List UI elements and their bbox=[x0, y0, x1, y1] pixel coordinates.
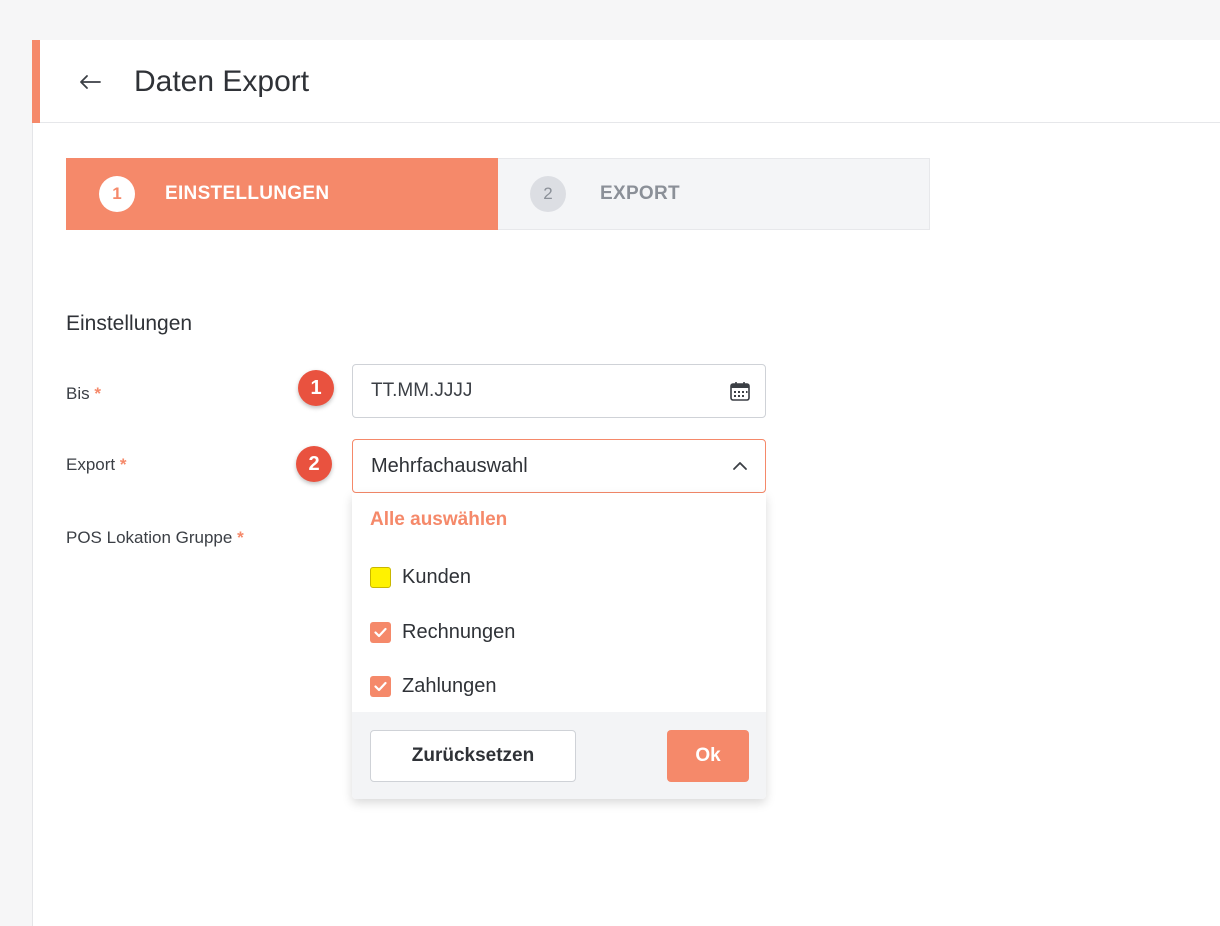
bis-date-input[interactable]: TT.MM.JJJJ bbox=[352, 364, 766, 418]
checkbox-checked[interactable] bbox=[370, 675, 391, 697]
arrow-left-icon bbox=[80, 75, 101, 89]
back-button[interactable] bbox=[75, 62, 105, 102]
select-all-link[interactable]: Alle auswählen bbox=[370, 509, 507, 531]
select-value: Mehrfachauswahl bbox=[371, 454, 528, 477]
bis-label: Bis * bbox=[66, 384, 101, 404]
ok-button[interactable]: Ok bbox=[667, 730, 749, 782]
pos-location-group-label-text: POS Lokation Gruppe bbox=[66, 528, 233, 547]
chevron-up-icon bbox=[733, 462, 747, 470]
export-select[interactable]: Mehrfachauswahl bbox=[352, 439, 766, 493]
bis-label-text: Bis bbox=[66, 384, 90, 403]
checkbox-checked[interactable] bbox=[370, 621, 391, 643]
export-dropdown-menu: Alle auswählen Kunden Rechnungen Zahlung… bbox=[352, 493, 766, 799]
export-label: Export * bbox=[66, 455, 127, 475]
option-zahlungen[interactable]: Zahlungen bbox=[370, 670, 497, 702]
required-asterisk: * bbox=[94, 384, 101, 403]
step-settings[interactable]: 1 EINSTELLUNGEN bbox=[66, 158, 498, 230]
pos-location-group-label: POS Lokation Gruppe * bbox=[66, 528, 244, 548]
step-number: 2 bbox=[530, 176, 566, 212]
option-label: Rechnungen bbox=[402, 620, 516, 643]
annotation-marker-1: 1 bbox=[298, 370, 334, 406]
date-placeholder: TT.MM.JJJJ bbox=[371, 380, 473, 401]
option-kunden[interactable]: Kunden bbox=[370, 561, 471, 593]
option-rechnungen[interactable]: Rechnungen bbox=[370, 616, 515, 648]
option-label: Kunden bbox=[402, 565, 471, 588]
step-label: EINSTELLUNGEN bbox=[165, 183, 330, 204]
dropdown-footer: Zurücksetzen Ok bbox=[352, 712, 766, 799]
step-number: 1 bbox=[99, 176, 135, 212]
section-title: Einstellungen bbox=[66, 312, 193, 335]
annotation-marker-2: 2 bbox=[296, 446, 332, 482]
checkmark-icon bbox=[374, 681, 387, 691]
required-asterisk: * bbox=[119, 455, 127, 474]
export-label-text: Export bbox=[66, 455, 116, 474]
calendar-icon[interactable] bbox=[729, 380, 751, 402]
checkbox-unchecked[interactable] bbox=[370, 566, 391, 588]
header-accent-bar bbox=[32, 40, 40, 123]
option-label: Zahlungen bbox=[402, 674, 497, 697]
page-title: Daten Export bbox=[134, 65, 310, 98]
step-export[interactable]: 2 EXPORT bbox=[530, 158, 910, 230]
checkmark-icon bbox=[374, 627, 387, 637]
step-label: EXPORT bbox=[600, 183, 680, 204]
reset-button[interactable]: Zurücksetzen bbox=[370, 730, 576, 782]
required-asterisk: * bbox=[237, 528, 244, 547]
